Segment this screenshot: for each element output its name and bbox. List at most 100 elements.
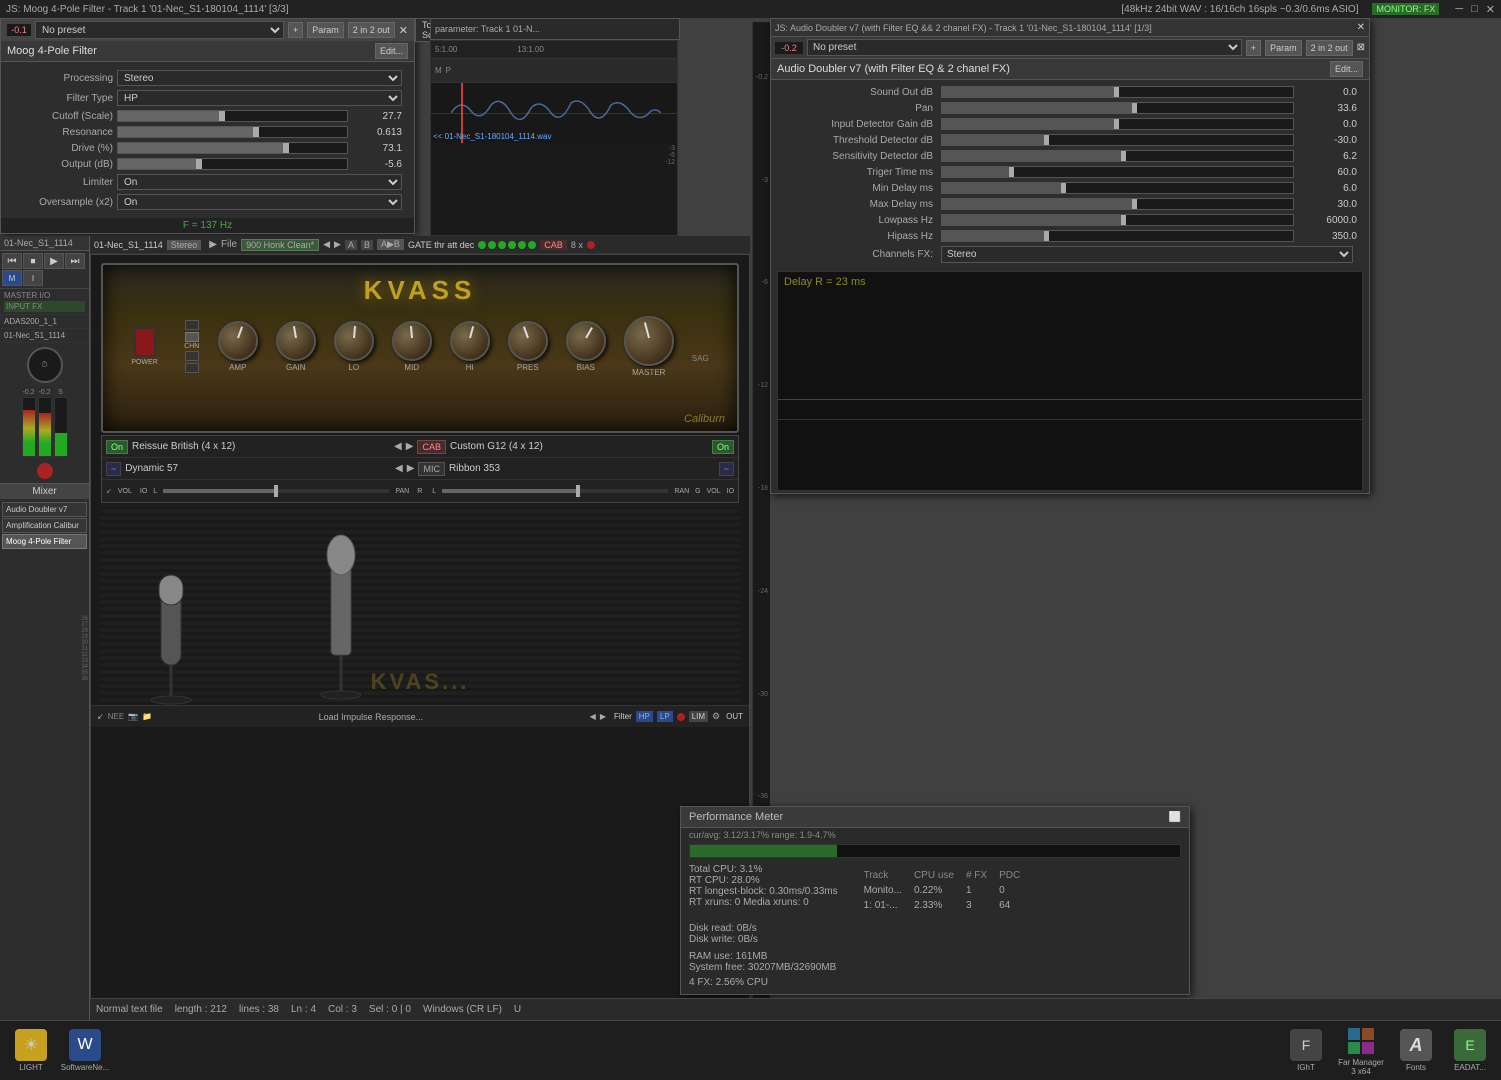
- taskbar-item-farmanager[interactable]: Far Manager 3 x64: [1335, 1025, 1387, 1077]
- btn-play[interactable]: ▶: [44, 253, 64, 269]
- taskbar-item-fonts[interactable]: A Fonts: [1391, 1025, 1441, 1077]
- hp-btn[interactable]: HP: [636, 711, 653, 722]
- ad-close-btn[interactable]: ⊠: [1357, 42, 1365, 53]
- knob-master-dial[interactable]: [624, 316, 674, 366]
- ad-param-btn[interactable]: Param: [1265, 40, 1302, 56]
- taskbar-item-eadat[interactable]: E EADAT...: [1445, 1025, 1495, 1077]
- ad-close-icon[interactable]: ✕: [1357, 22, 1365, 33]
- knob-hi[interactable]: HI: [450, 321, 490, 372]
- record-btn[interactable]: [37, 463, 53, 479]
- ab-btn-b[interactable]: B: [361, 240, 373, 250]
- moog-limiter-select[interactable]: On: [117, 174, 402, 190]
- maximize-btn[interactable]: □: [1471, 3, 1478, 15]
- cab-on-btn-2[interactable]: On: [712, 440, 734, 454]
- knob-lo[interactable]: LO: [334, 321, 374, 372]
- waveform-block[interactable]: << 01-Nec_S1-180104_1114.wav: [431, 83, 677, 143]
- knob-pres[interactable]: PRES: [508, 321, 548, 372]
- lp-btn[interactable]: LP: [657, 711, 673, 722]
- cab-on-btn-1[interactable]: On: [106, 440, 128, 454]
- taskbar-item-ight[interactable]: F IGhT: [1281, 1025, 1331, 1077]
- ab-btn-a[interactable]: A: [345, 240, 357, 250]
- cab-prev-1[interactable]: ◀: [394, 441, 402, 452]
- ad-inputgain-slider[interactable]: [941, 118, 1294, 130]
- knob-lo-dial[interactable]: [334, 321, 374, 361]
- play-track-btn[interactable]: ▶: [209, 239, 217, 250]
- knob-amp-dial[interactable]: [218, 321, 258, 361]
- ad-io-btn[interactable]: 2 in 2 out: [1306, 40, 1353, 56]
- moog-plus-btn[interactable]: +: [288, 22, 303, 38]
- btn-stop[interactable]: ⏹: [23, 253, 43, 269]
- ad-soundout-slider[interactable]: [941, 86, 1294, 98]
- ad-lowpass-slider[interactable]: [941, 214, 1294, 226]
- moog-filtertype-select[interactable]: HP: [117, 90, 402, 106]
- ad-plus-btn[interactable]: +: [1246, 40, 1261, 56]
- minimize-btn[interactable]: ─: [1455, 3, 1463, 15]
- vol-slider-l[interactable]: [163, 489, 389, 493]
- vol-slider-r[interactable]: [442, 489, 668, 493]
- moog-io-btn[interactable]: 2 in 2 out: [348, 22, 395, 38]
- ad-trigger-slider[interactable]: [941, 166, 1294, 178]
- knob-mid[interactable]: MID: [392, 321, 432, 372]
- knob-bias-dial[interactable]: [566, 321, 606, 361]
- cab-mic-prev-1[interactable]: ◀: [395, 463, 403, 474]
- cab-off-btn-1[interactable]: ~: [106, 462, 121, 476]
- moog-drive-slider[interactable]: [117, 142, 348, 154]
- taskbar-item-software[interactable]: W SoftwareNe...: [60, 1025, 110, 1077]
- moog-oversample-select[interactable]: On: [117, 194, 402, 210]
- knob-amp[interactable]: AMP: [218, 321, 258, 372]
- moog-output-slider[interactable]: [117, 158, 348, 170]
- knob-gain-dial[interactable]: [276, 321, 316, 361]
- ad-preset-select[interactable]: No preset: [807, 39, 1242, 56]
- ad-sensitivity-slider[interactable]: [941, 150, 1294, 162]
- ad-channels-select[interactable]: Stereo: [941, 246, 1353, 263]
- fx-item-3[interactable]: Moog 4-Pole Filter: [2, 534, 87, 549]
- knob-master[interactable]: MASTER: [624, 316, 674, 377]
- load-impulse-btn[interactable]: Load Impulse Response...: [156, 712, 586, 722]
- settings-icon-amp[interactable]: ⚙: [712, 711, 720, 722]
- cab-off-btn-2[interactable]: ~: [719, 462, 734, 476]
- amp-next-btn[interactable]: ▶: [600, 712, 606, 721]
- mixer-btn[interactable]: Mixer: [0, 483, 89, 499]
- fx-item-2[interactable]: Amplification Calibur: [2, 518, 87, 533]
- ch-btn-2[interactable]: [185, 332, 199, 342]
- moog-edit-btn[interactable]: Edit...: [375, 43, 408, 59]
- power-switch[interactable]: [134, 327, 156, 357]
- moog-param-btn[interactable]: Param: [307, 22, 344, 38]
- ab-compare-btn[interactable]: A▶B: [377, 239, 404, 250]
- amp-expand-btn[interactable]: ↙: [97, 712, 104, 721]
- knob-hi-dial[interactable]: [450, 321, 490, 361]
- preset-next-btn[interactable]: ▶: [334, 239, 341, 250]
- ad-mindelay-slider[interactable]: [941, 182, 1294, 194]
- taskbar-item-light[interactable]: ☀ LIGHT: [6, 1025, 56, 1077]
- moog-preset-select[interactable]: No preset: [35, 21, 284, 39]
- moog-processing-select[interactable]: Stereo: [117, 70, 402, 86]
- track-file-btn[interactable]: File: [221, 239, 237, 250]
- moog-close-icon[interactable]: ✕: [399, 24, 408, 37]
- monitor-btn[interactable]: MONITOR: FX: [1372, 3, 1439, 15]
- fx-item-1[interactable]: Audio Doubler v7: [2, 502, 87, 517]
- moog-resonance-slider[interactable]: [117, 126, 348, 138]
- knob-pres-dial[interactable]: [508, 321, 548, 361]
- btn-master[interactable]: M: [2, 270, 22, 286]
- ad-pan-slider[interactable]: [941, 102, 1294, 114]
- cab-mic-next-1[interactable]: ▶: [407, 463, 415, 474]
- perf-expand-icon[interactable]: ⬜: [1169, 812, 1181, 823]
- amp-prev-btn[interactable]: ◀: [590, 712, 596, 721]
- close-btn[interactable]: ✕: [1486, 3, 1495, 16]
- ad-hipass-slider[interactable]: [941, 230, 1294, 242]
- moog-cutoff-slider[interactable]: [117, 110, 348, 122]
- btn-rewind[interactable]: ⏮: [2, 253, 22, 269]
- knob-mid-dial[interactable]: [392, 321, 432, 361]
- knob-bias[interactable]: BIAS: [566, 321, 606, 372]
- btn-input[interactable]: I: [23, 270, 43, 286]
- ch-btn-1[interactable]: [185, 320, 199, 330]
- cab-next-1[interactable]: ▶: [406, 441, 414, 452]
- knob-gain[interactable]: GAIN: [276, 321, 316, 372]
- btn-fwd[interactable]: ⏭: [65, 253, 85, 269]
- ad-edit-btn[interactable]: Edit...: [1330, 61, 1363, 77]
- amp-folder-btn[interactable]: 📁: [142, 712, 152, 721]
- amp-screenshot-btn[interactable]: 📷: [128, 712, 138, 721]
- preset-prev-btn[interactable]: ◀: [323, 239, 330, 250]
- ad-maxdelay-slider[interactable]: [941, 198, 1294, 210]
- ad-threshold-slider[interactable]: [941, 134, 1294, 146]
